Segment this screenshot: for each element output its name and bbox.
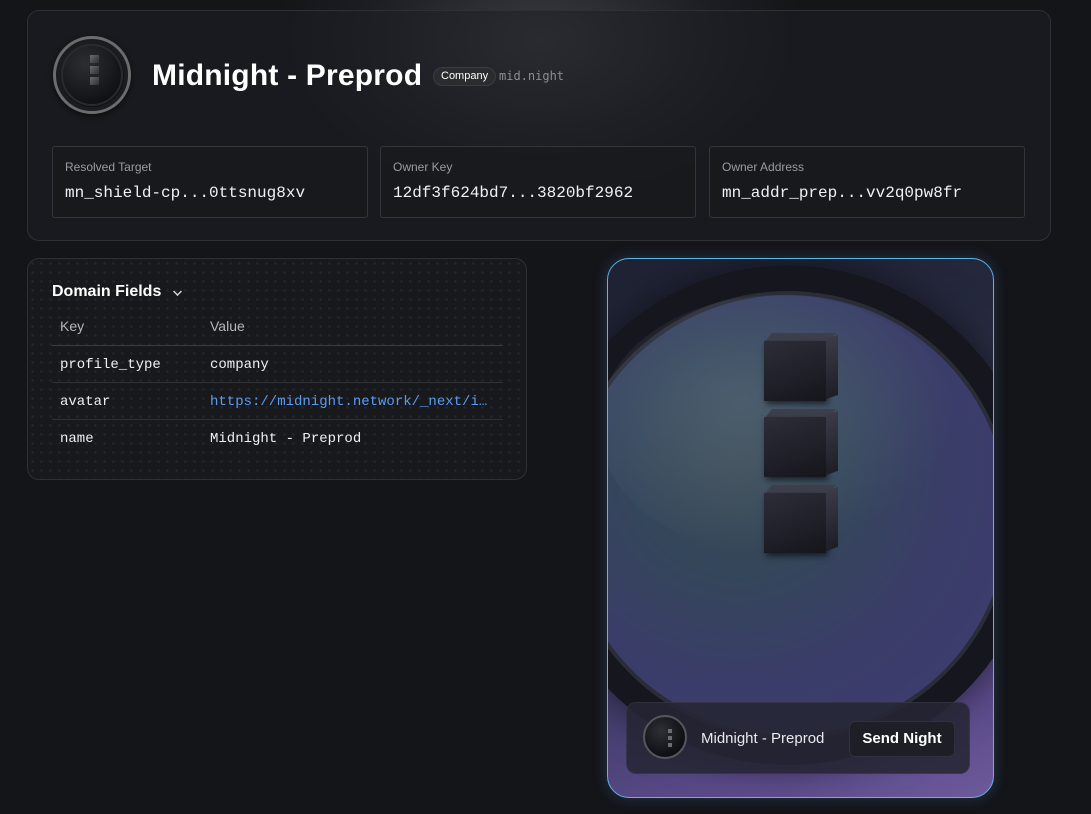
- column-header-value: Value: [210, 318, 245, 334]
- page-title: Midnight - Preprod: [152, 59, 423, 92]
- field-key: avatar: [60, 394, 111, 410]
- fields-table-header: Key Value: [52, 309, 503, 346]
- resolved-target-value[interactable]: mn_shield-cp...0ttsnug8xv: [65, 184, 305, 202]
- logo-block-icon: [763, 485, 838, 555]
- avatar: [643, 715, 687, 759]
- domain-fields-toggle[interactable]: Domain Fields: [52, 283, 161, 301]
- table-row: avatar https://midnight.network/_next/i.…: [52, 383, 503, 420]
- midnight-logo-icon: [53, 36, 131, 114]
- chevron-down-icon[interactable]: [173, 287, 182, 296]
- owner-key-label: Owner Key: [393, 160, 453, 174]
- resolved-target-label: Resolved Target: [65, 160, 152, 174]
- avatar-url-link[interactable]: https://midnight.network/_next/i...: [210, 394, 490, 410]
- domain-name: mid.night: [499, 69, 565, 83]
- field-key: name: [60, 431, 94, 447]
- profile-type-badge: Company: [433, 67, 497, 86]
- domain-header-card: Midnight - Preprod Company mid.night Res…: [27, 10, 1051, 241]
- table-row: profile_type company: [52, 346, 503, 383]
- column-header-key: Key: [60, 318, 85, 334]
- domain-fields-card: Domain Fields Key Value profile_type com…: [27, 258, 527, 480]
- field-key: profile_type: [60, 357, 161, 373]
- owner-address-box: Owner Address mn_addr_prep...vv2q0pw8fr: [709, 146, 1025, 218]
- table-row: name Midnight - Preprod: [52, 420, 503, 457]
- logo-block-icon: [763, 333, 838, 403]
- owner-address-label: Owner Address: [722, 160, 805, 174]
- owner-key-value[interactable]: 12df3f624bd7...3820bf2962: [393, 184, 633, 202]
- field-value: company: [210, 357, 269, 373]
- logo-block-icon: [763, 409, 838, 479]
- profile-card-footer: Midnight - Preprod Send Night: [626, 702, 970, 774]
- profile-name: Midnight - Preprod: [701, 730, 825, 747]
- owner-key-box: Owner Key 12df3f624bd7...3820bf2962: [380, 146, 696, 218]
- owner-address-value[interactable]: mn_addr_prep...vv2q0pw8fr: [722, 184, 962, 202]
- field-value: Midnight - Preprod: [210, 431, 362, 447]
- send-night-button[interactable]: Send Night: [849, 721, 955, 757]
- profile-card: Midnight - Preprod Send Night: [607, 258, 994, 798]
- resolved-target-box: Resolved Target mn_shield-cp...0ttsnug8x…: [52, 146, 368, 218]
